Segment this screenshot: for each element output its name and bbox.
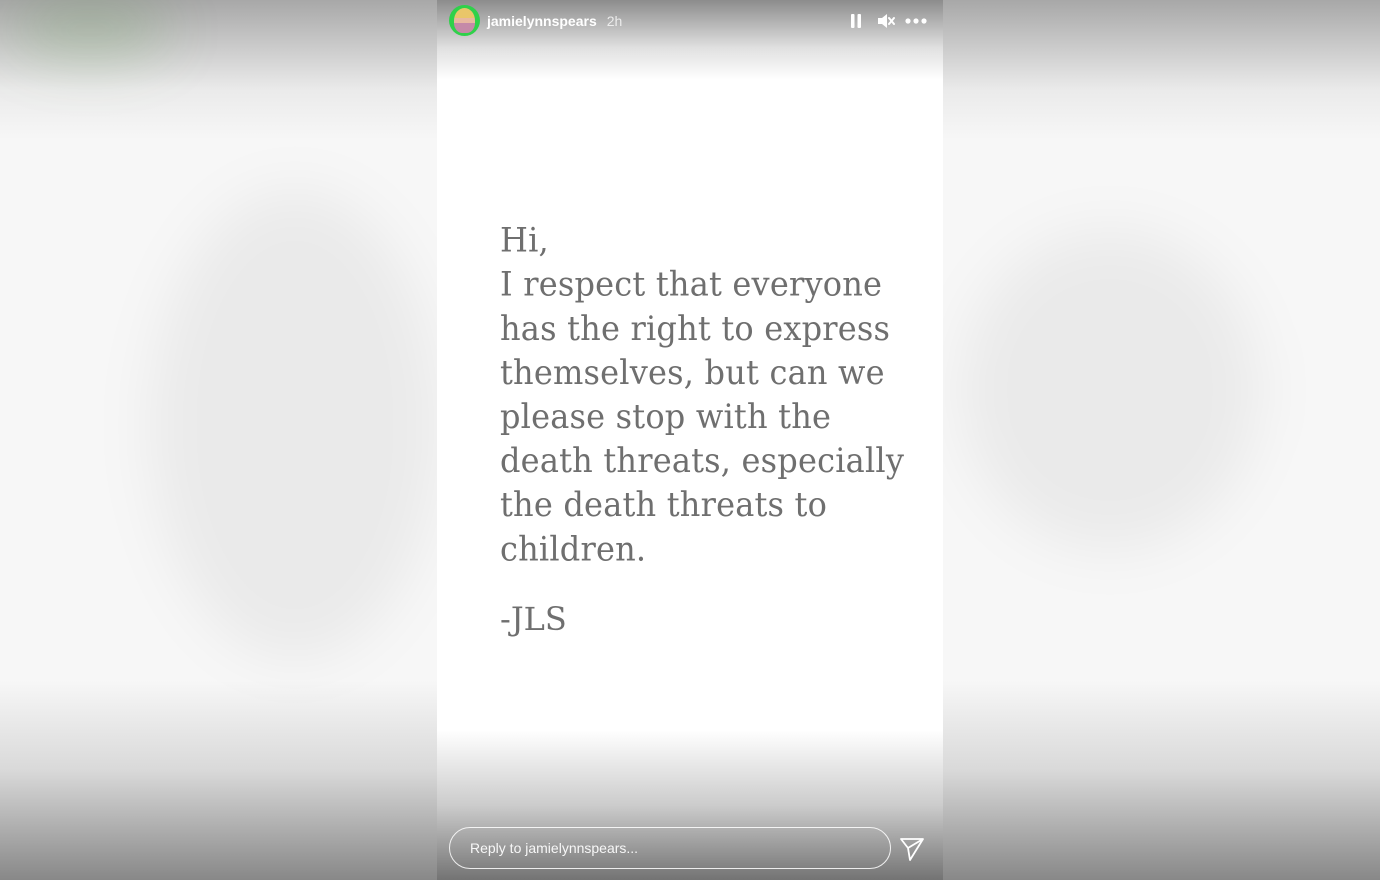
pause-icon bbox=[851, 13, 861, 28]
backdrop-blur-green bbox=[10, 0, 170, 60]
story-message: Hi, I respect that everyone has the righ… bbox=[500, 220, 905, 569]
avatar-photo bbox=[454, 8, 475, 33]
avatar[interactable] bbox=[449, 5, 480, 36]
send-button[interactable] bbox=[899, 836, 925, 862]
reply-input[interactable] bbox=[449, 827, 891, 869]
story-viewer[interactable]: jamielynnspears 2h Hi, I respect that ev… bbox=[437, 0, 943, 880]
story-header: jamielynnspears 2h bbox=[449, 5, 927, 36]
pause-button[interactable] bbox=[845, 10, 867, 32]
send-icon bbox=[900, 838, 924, 861]
more-options-button[interactable] bbox=[905, 10, 927, 32]
story-controls bbox=[845, 10, 927, 32]
timestamp: 2h bbox=[606, 12, 623, 29]
story-signature: -JLS bbox=[500, 600, 567, 638]
more-options-icon bbox=[905, 17, 927, 24]
mute-button[interactable] bbox=[875, 10, 897, 32]
username[interactable]: jamielynnspears bbox=[487, 13, 597, 29]
backdrop-blur-left bbox=[150, 190, 440, 660]
muted-speaker-icon bbox=[878, 13, 895, 28]
backdrop-blur-right bbox=[960, 230, 1260, 550]
